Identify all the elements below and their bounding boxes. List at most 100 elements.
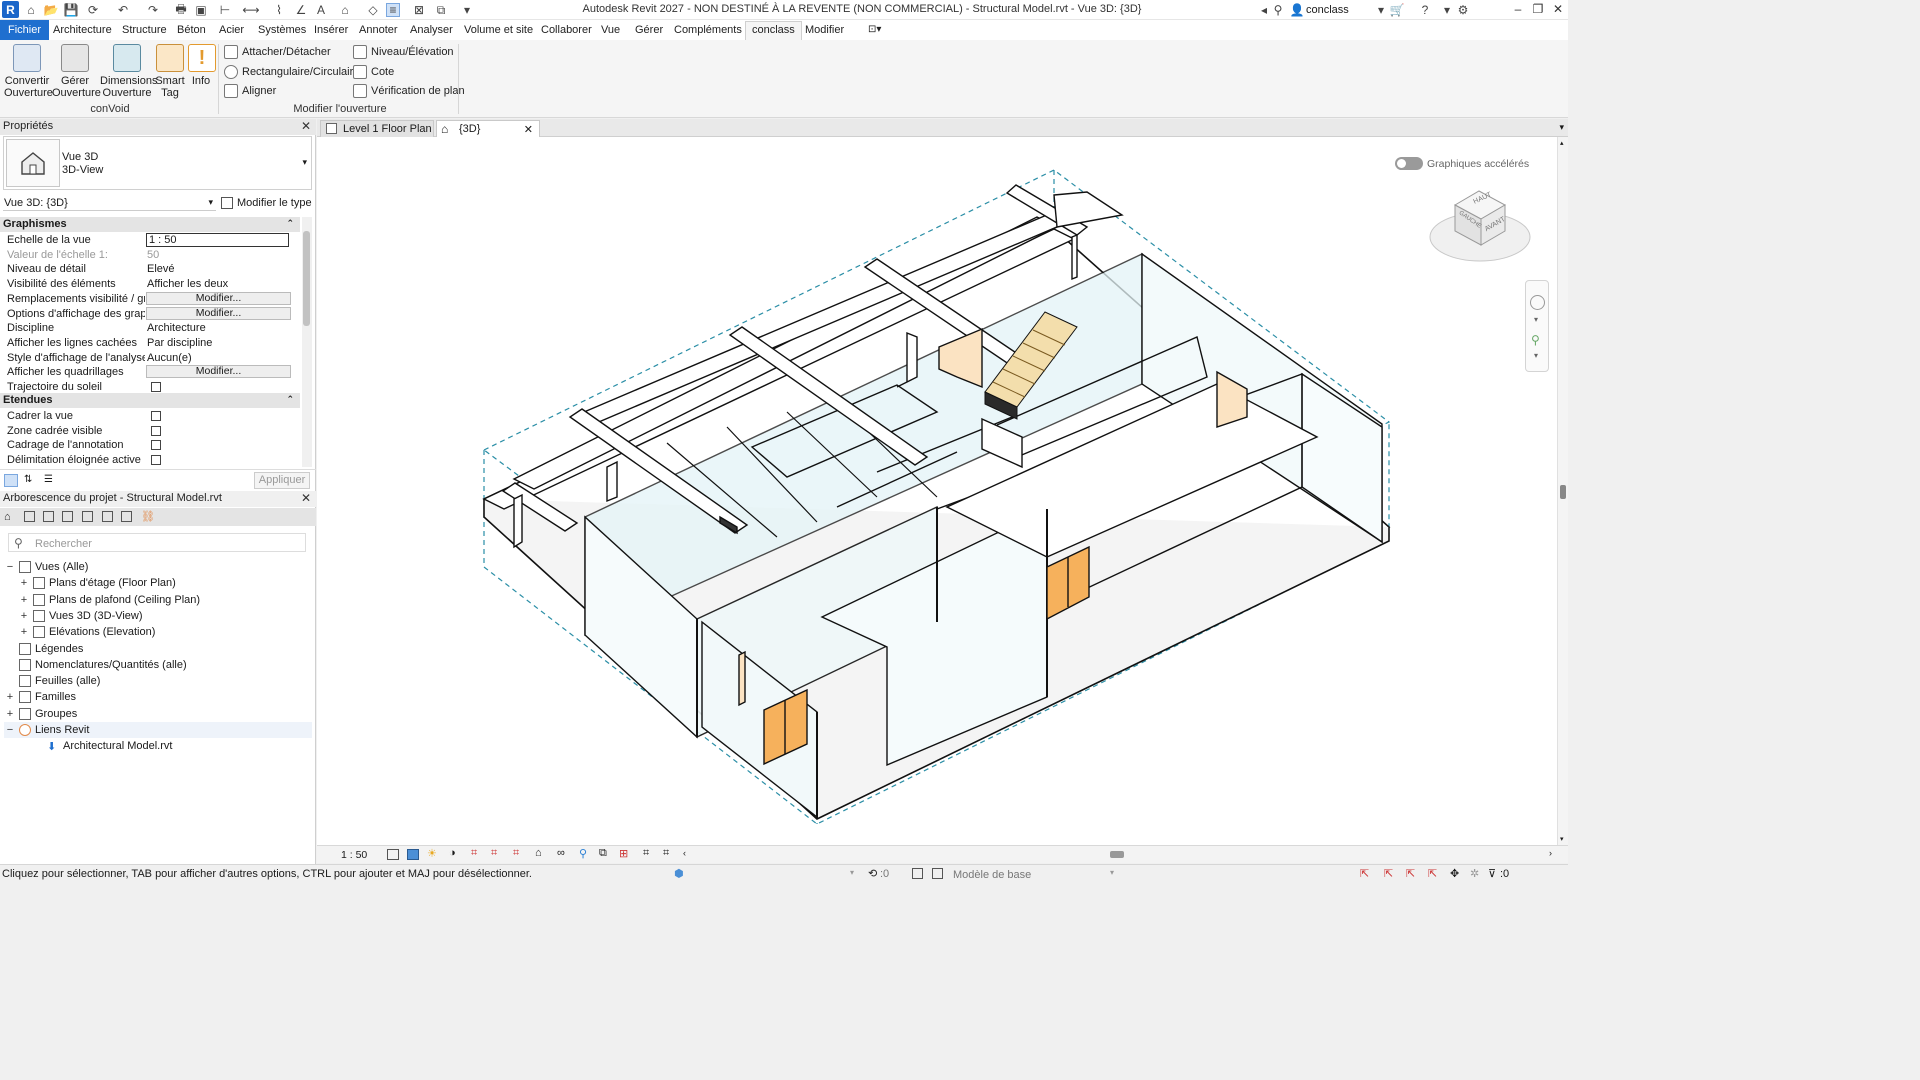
drag-elements-icon[interactable]: ✥ — [1450, 867, 1459, 880]
tab-level1-floor-plan[interactable]: Level 1 Floor Plan — [320, 120, 434, 137]
group-icon[interactable] — [121, 511, 132, 522]
reveal-hidden-icon[interactable]: ⚲ — [579, 847, 587, 860]
select-links-icon[interactable]: ⇱ — [1360, 867, 1369, 880]
view-scale-input[interactable]: 1 : 50 — [146, 233, 289, 247]
main-model-icon[interactable] — [932, 868, 943, 879]
tree-item[interactable]: Feuilles (alle) — [4, 673, 100, 689]
scroll-left-icon[interactable]: ‹ — [683, 848, 686, 858]
family-icon[interactable] — [82, 511, 93, 522]
viewport-vertical-scrollbar[interactable]: ▴ ▾ — [1557, 137, 1568, 845]
sheet-icon[interactable] — [102, 511, 113, 522]
select-pinned-icon[interactable]: ⇱ — [1406, 867, 1415, 880]
tree-item[interactable]: + Elévations (Elevation) — [18, 624, 155, 640]
tab-complements[interactable]: Compléments — [668, 22, 748, 40]
steering-wheel-icon[interactable] — [1530, 295, 1545, 310]
back-arrow-icon[interactable]: ◂ — [1257, 3, 1271, 17]
tab-systemes[interactable]: Systèmes — [252, 22, 312, 40]
modify-button[interactable]: Modifier... — [146, 306, 291, 320]
tree-item[interactable]: Nomenclatures/Quantités (alle) — [4, 657, 187, 673]
expand-icon[interactable]: + — [4, 708, 16, 720]
scroll-thumb[interactable] — [1560, 485, 1566, 499]
editable-icon[interactable]: ⟲ — [868, 867, 877, 880]
tree-item[interactable]: + Vues 3D (3D-View) — [18, 608, 143, 624]
active-model[interactable]: Modèle de base — [953, 869, 1031, 881]
collapse-icon[interactable]: ⌃ — [286, 218, 294, 229]
cart-icon[interactable]: 🛒 — [1390, 3, 1405, 17]
tree-item[interactable]: + Plans d'étage (Floor Plan) — [18, 575, 176, 591]
scroll-down-icon[interactable]: ▾ — [1560, 835, 1564, 843]
tab-analyser[interactable]: Analyser — [404, 22, 459, 40]
manage-opening-button[interactable]: Gérer Ouverture — [52, 44, 101, 99]
view-icon[interactable] — [24, 511, 35, 522]
zoom-icon[interactable]: ⚲ — [1531, 333, 1540, 347]
horizontal-scroll-thumb[interactable] — [1110, 851, 1124, 858]
tab-volume-site[interactable]: Volume et site — [458, 22, 539, 40]
tree-item[interactable]: Légendes — [4, 641, 83, 657]
tab-beton[interactable]: Béton — [171, 22, 212, 40]
tab-fichier[interactable]: Fichier — [0, 20, 50, 40]
modify-button[interactable]: Modifier... — [146, 291, 291, 305]
tab-inserer[interactable]: Insérer — [308, 22, 354, 40]
convert-opening-button[interactable]: Convertir Ouverture — [4, 44, 53, 99]
help-icon[interactable]: ? — [1418, 3, 1432, 17]
property-value[interactable]: Par discipline — [147, 337, 297, 349]
collapse-icon[interactable]: − — [4, 724, 16, 736]
select-underlay-icon[interactable]: ⇱ — [1384, 867, 1393, 880]
expand-icon[interactable]: + — [18, 626, 30, 638]
property-checkbox[interactable] — [151, 411, 161, 421]
settings-icon[interactable]: ⚙ — [1456, 3, 1470, 17]
unlocked-3d-icon[interactable]: ⌗ — [513, 847, 519, 860]
rect-circle-button[interactable]: Rectangulaire/Circulaire — [224, 64, 359, 80]
tree-item[interactable]: + Groupes — [4, 706, 77, 722]
detail-level-icon[interactable] — [387, 849, 399, 860]
expand-icon[interactable]: + — [18, 610, 30, 622]
smart-tag-button[interactable]: Smart Tag — [154, 44, 186, 99]
section-extents[interactable]: Etendues ⌃ — [0, 393, 300, 408]
lock-3d-icon[interactable]: ⌂ — [535, 847, 542, 859]
tab-conclass[interactable]: conclass — [745, 21, 802, 40]
help-dropdown-icon[interactable]: ▾ — [1440, 3, 1454, 17]
collapse-icon[interactable]: ⌃ — [286, 394, 294, 405]
expand-icon[interactable]: + — [18, 594, 30, 606]
tab-annoter[interactable]: Annoter — [353, 22, 404, 40]
tabs-overflow-icon[interactable]: ▾ — [1559, 122, 1564, 133]
temp-hide-icon[interactable]: ∞ — [557, 847, 565, 859]
opening-dimensions-button[interactable]: Dimensions Ouverture — [100, 44, 157, 99]
user-dropdown-icon[interactable]: ▾ — [1374, 3, 1388, 17]
chevron-down-icon[interactable]: ▾ — [1534, 351, 1538, 360]
property-checkbox[interactable] — [151, 425, 161, 436]
align-button[interactable]: Aligner — [224, 83, 276, 99]
close-icon[interactable]: ✕ — [524, 123, 533, 136]
link-icon[interactable]: ⛓ — [141, 510, 155, 523]
tab-architecture[interactable]: Architecture — [47, 22, 118, 40]
workset-icon[interactable]: ⬢ — [674, 867, 684, 880]
user-icon[interactable]: 👤 — [1290, 3, 1305, 17]
instance-selector[interactable]: Vue 3D: {3D} ▾ — [3, 195, 216, 211]
tab-acier[interactable]: Acier — [213, 22, 250, 40]
level-elevation-button[interactable]: Niveau/Élévation — [353, 44, 454, 60]
tab-3d-view[interactable]: ⌂ {3D} ✕ — [436, 120, 540, 137]
user-name[interactable]: conclass — [1306, 4, 1349, 16]
tab-structure[interactable]: Structure — [116, 22, 173, 40]
chevron-down-icon[interactable]: ▾ — [1534, 315, 1538, 324]
attach-detach-button[interactable]: Attacher/Détacher — [224, 44, 331, 60]
view-scale[interactable]: 1 : 50 — [341, 849, 367, 861]
categorize-icon[interactable] — [4, 474, 18, 487]
reveal-constraints-icon[interactable]: ⌗ — [663, 847, 669, 860]
property-value[interactable]: Architecture — [147, 322, 297, 334]
table-icon[interactable] — [62, 511, 73, 522]
sort-icon[interactable]: ⇅ — [24, 474, 32, 485]
shadows-icon[interactable]: ◑ — [449, 847, 456, 859]
tree-item[interactable]: + Familles — [4, 689, 76, 705]
apply-button[interactable]: Appliquer — [254, 472, 310, 489]
visual-style-icon[interactable] — [407, 849, 419, 860]
property-value[interactable]: Aucun(e) — [147, 352, 297, 364]
maximize-button[interactable]: ❐ — [1528, 2, 1548, 18]
properties-scrollbar[interactable] — [302, 217, 312, 467]
close-window-button[interactable]: ✕ — [1548, 2, 1568, 18]
expand-icon[interactable]: + — [4, 691, 16, 703]
highlight-icon[interactable]: ⌗ — [643, 847, 649, 860]
minimize-button[interactable]: – — [1508, 2, 1528, 18]
tree-item[interactable]: ⬇ Architectural Model.rvt — [32, 738, 172, 754]
property-checkbox[interactable] — [151, 382, 161, 392]
